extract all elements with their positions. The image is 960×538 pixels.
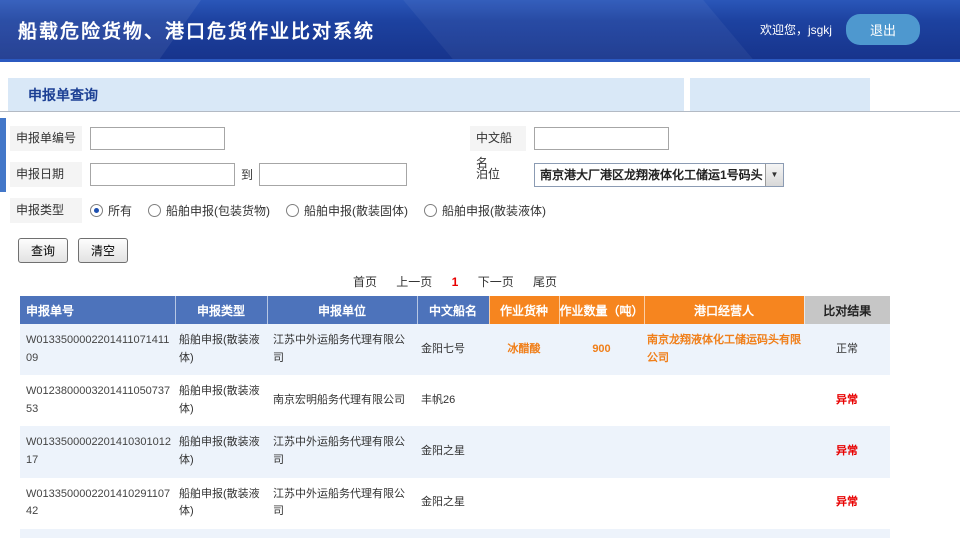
cell-cargo: [489, 426, 559, 477]
ship-name-label: 中文船名: [470, 126, 526, 151]
col-header-decl-no: 申报单号: [20, 296, 175, 324]
cell-agent: 江苏中外运船务代理有限公司: [267, 426, 417, 477]
cell-decl-no: W013350000220141029110742: [20, 478, 175, 529]
clear-button[interactable]: 清空: [78, 238, 128, 263]
page-current: 1: [452, 275, 459, 289]
logout-button[interactable]: 退出: [846, 14, 920, 45]
decl-no-label: 申报单编号: [10, 126, 82, 151]
cell-decl-no: W012380000320141105073753: [20, 375, 175, 426]
cell-type: 船舶申报(散装液体): [175, 375, 267, 426]
app-title: 船载危险货物、港口危货作业比对系统: [18, 16, 375, 43]
cell-operator: 南京龙翔液体化工储运码头有限公司: [644, 324, 804, 375]
col-header-agent: 申报单位: [267, 296, 417, 324]
cell-ship: 金阳七号: [417, 324, 489, 375]
cell-decl-no: W015140000220141028122151: [20, 529, 175, 538]
radio-label: 所有: [108, 202, 132, 219]
results-table: 申报单号 申报类型 申报单位 中文船名 作业货种 作业数量（吨） 港口经营人 比…: [20, 296, 890, 538]
cell-ship: 赣东港化166: [417, 529, 489, 538]
page-first-link[interactable]: 首页: [353, 275, 377, 289]
cell-cargo: 冰醋酸: [489, 324, 559, 375]
cell-decl-no: W013350000220141030101217: [20, 426, 175, 477]
page-last-link[interactable]: 尾页: [533, 275, 557, 289]
radio-option-all[interactable]: 所有: [90, 202, 132, 219]
table-row: W015140000220141028122151 船舶申报(散装液体) 江西东…: [20, 529, 890, 538]
welcome-text: 欢迎您，jsgkj: [760, 21, 832, 38]
cell-type: 船舶申报(散装液体): [175, 529, 267, 538]
table-row: W013350000220141030101217 船舶申报(散装液体) 江苏中…: [20, 426, 890, 477]
berth-select-value: 南京港大厂港区龙翔液体化工储运1号码头: [535, 166, 765, 183]
col-header-operator: 港口经营人: [644, 296, 804, 324]
berth-label: 泊位: [470, 162, 526, 187]
cell-type: 船舶申报(散装液体): [175, 426, 267, 477]
tabbar-side-panel: [690, 78, 870, 111]
col-header-result: 比对结果: [804, 296, 890, 324]
query-button[interactable]: 查询: [18, 238, 68, 263]
cell-cargo: [489, 375, 559, 426]
radio-icon: [424, 204, 437, 217]
date-label: 申报日期: [10, 162, 82, 187]
cell-agent: 江苏中外运船务代理有限公司: [267, 478, 417, 529]
radio-label: 船舶申报(散装液体): [442, 202, 546, 219]
tab-declaration-query: 申报单查询: [8, 78, 684, 111]
col-header-qty: 作业数量（吨）: [559, 296, 644, 324]
cell-result: 异常: [804, 478, 890, 529]
date-to-input[interactable]: [259, 163, 407, 186]
cell-qty: 600: [559, 529, 644, 538]
cell-cargo: [489, 478, 559, 529]
cell-qty: [559, 426, 644, 477]
cell-qty: [559, 375, 644, 426]
type-label: 申报类型: [10, 198, 82, 223]
table-row: W012380000320141105073753 船舶申报(散装液体) 南京宏…: [20, 375, 890, 426]
cell-agent: 江苏中外运船务代理有限公司: [267, 324, 417, 375]
cell-qty: 900: [559, 324, 644, 375]
cell-result: 正常: [804, 324, 890, 375]
cell-agent: 江西东港航运有限公司: [267, 529, 417, 538]
col-header-cargo: 作业货种: [489, 296, 559, 324]
header-decor-shape: [353, 0, 787, 62]
radio-option-bulk-liquid[interactable]: 船舶申报(散装液体): [424, 202, 546, 219]
cell-qty: [559, 478, 644, 529]
radio-label: 船舶申报(散装固体): [304, 202, 408, 219]
cell-ship: 金阳之星: [417, 426, 489, 477]
decl-no-input[interactable]: [90, 127, 225, 150]
cell-decl-no: W013350000220141107141109: [20, 324, 175, 375]
chevron-down-icon[interactable]: ▼: [765, 164, 783, 186]
type-radio-group: 所有 船舶申报(包装货物) 船舶申报(散装固体) 船舶申报(散装液体): [90, 202, 546, 219]
query-form: 申报单编号 中文船名 申报日期 到 泊位 南京港大厂港区龙翔液体化工储运1号码头…: [0, 112, 960, 223]
cell-operator: [644, 478, 804, 529]
date-from-input[interactable]: [90, 163, 235, 186]
cell-result: 异常: [804, 426, 890, 477]
table-row: W013350000220141029110742 船舶申报(散装液体) 江苏中…: [20, 478, 890, 529]
radio-icon: [148, 204, 161, 217]
date-to-label: 到: [241, 166, 253, 183]
cell-ship: 金阳之星: [417, 478, 489, 529]
radio-option-packaged[interactable]: 船舶申报(包装货物): [148, 202, 270, 219]
radio-label: 船舶申报(包装货物): [166, 202, 270, 219]
cell-operator: [644, 375, 804, 426]
cell-operator: [644, 426, 804, 477]
col-header-ship: 中文船名: [417, 296, 489, 324]
cell-operator: 南京龙翔液体化工储运码头有限公司: [644, 529, 804, 538]
cell-ship: 丰帆26: [417, 375, 489, 426]
cell-result: 正常: [804, 529, 890, 538]
cell-result: 异常: [804, 375, 890, 426]
radio-icon: [286, 204, 299, 217]
cell-cargo: 甲醇: [489, 529, 559, 538]
page-next-link[interactable]: 下一页: [478, 275, 514, 289]
page-prev-link[interactable]: 上一页: [396, 275, 432, 289]
cell-agent: 南京宏明船务代理有限公司: [267, 375, 417, 426]
ship-name-input[interactable]: [534, 127, 669, 150]
berth-select[interactable]: 南京港大厂港区龙翔液体化工储运1号码头 ▼: [534, 163, 784, 187]
table-row: W013350000220141107141109 船舶申报(散装液体) 江苏中…: [20, 324, 890, 375]
radio-option-bulk-solid[interactable]: 船舶申报(散装固体): [286, 202, 408, 219]
section-tabbar: 申报单查询: [0, 78, 960, 112]
radio-icon: [90, 204, 103, 217]
table-header-row: 申报单号 申报类型 申报单位 中文船名 作业货种 作业数量（吨） 港口经营人 比…: [20, 296, 890, 324]
cell-type: 船舶申报(散装液体): [175, 478, 267, 529]
col-header-type: 申报类型: [175, 296, 267, 324]
cell-type: 船舶申报(散装液体): [175, 324, 267, 375]
app-header: 船载危险货物、港口危货作业比对系统 欢迎您，jsgkj 退出: [0, 0, 960, 62]
pagination: 首页 上一页 1 下一页 尾页: [20, 273, 890, 290]
